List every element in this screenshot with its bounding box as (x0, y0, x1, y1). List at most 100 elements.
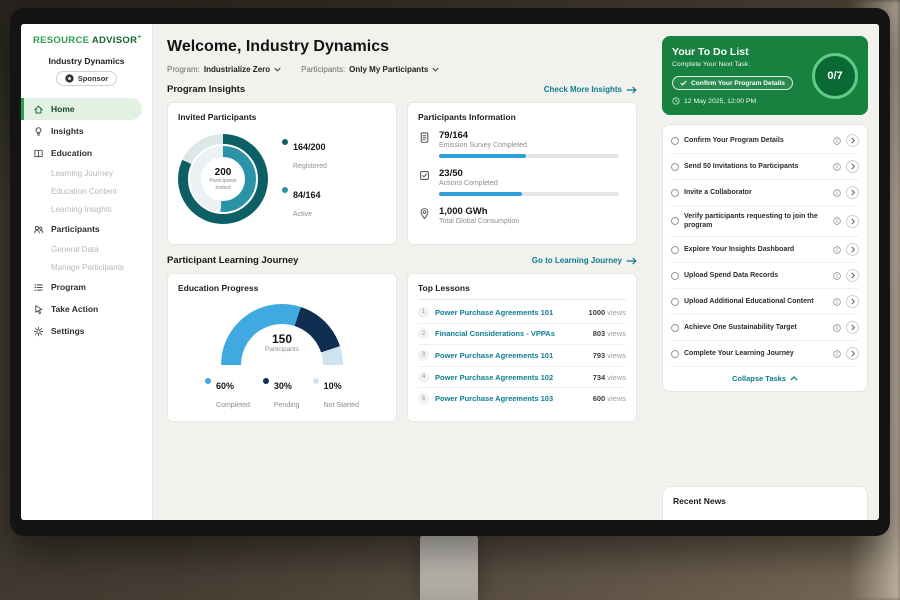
nav-label: Home (51, 104, 75, 114)
task-chevron-button[interactable] (846, 186, 859, 199)
lesson-link[interactable]: Power Purchase Agreements 101 (435, 308, 583, 317)
card-title: Participants Information (418, 112, 626, 122)
lesson-row: 3 Power Purchase Agreements 101 793views (418, 345, 626, 367)
gear-icon (33, 326, 44, 337)
task-checkbox[interactable] (671, 246, 679, 254)
task-checkbox[interactable] (671, 350, 679, 358)
info-icon (833, 350, 841, 358)
invited-participants-donut: 200 Participants Invited 164/200 Registe… (178, 130, 386, 226)
task-checkbox[interactable] (671, 189, 679, 197)
lesson-link[interactable]: Financial Considerations - VPPAs (435, 329, 587, 338)
todo-due-text: 12 May 2025, 12:00 PM (684, 98, 756, 105)
task-checkbox[interactable] (671, 217, 679, 225)
stat-actions-completed: 23/50 Actions Completed (418, 168, 626, 196)
task-row[interactable]: Upload Spend Data Records (671, 263, 859, 289)
lesson-link[interactable]: Power Purchase Agreements 102 (435, 373, 587, 382)
task-row[interactable]: Verify participants requesting to join t… (671, 206, 859, 237)
sidebar-item-insights[interactable]: Insights (21, 120, 152, 142)
sidebar-item-settings[interactable]: Settings (21, 320, 152, 342)
sidebar-item-participants[interactable]: Participants (21, 218, 152, 240)
legend-dot (263, 378, 269, 384)
task-chevron-button[interactable] (846, 321, 859, 334)
chevron-down-icon (432, 67, 439, 72)
check-more-insights-link[interactable]: Check More Insights (544, 85, 637, 94)
task-chevron-button[interactable] (846, 269, 859, 282)
todo-title: Your To Do List (672, 46, 793, 58)
next-task-chip[interactable]: Confirm Your Program Details (672, 76, 793, 90)
task-label: Explore Your Insights Dashboard (684, 245, 828, 254)
task-row[interactable]: Complete Your Learning Journey (671, 341, 859, 367)
chevron-down-icon (274, 67, 281, 72)
stat-global-consumption: 1,000 GWh Total Global Consumption (418, 206, 626, 225)
lesson-views-unit: views (607, 351, 626, 360)
screen: RESOURCE ADVISOR+ Industry Dynamics Spon… (21, 24, 879, 520)
chevron-right-icon (851, 218, 855, 225)
sidebar-item-learning-insights[interactable]: Learning Insights (21, 200, 152, 218)
legend-label: Active (293, 211, 312, 218)
stat-label: Actions Completed (439, 180, 626, 187)
nav-label: Take Action (51, 304, 98, 314)
participants-filter[interactable]: Participants: Only My Participants (301, 65, 439, 74)
donut-center-value: 200 (215, 167, 232, 178)
sidebar-item-education[interactable]: Education (21, 142, 152, 164)
task-chevron-button[interactable] (846, 347, 859, 360)
donut-legend: 164/200 Registered 84/164 Active (282, 137, 327, 221)
program-insights-cards: Invited Participants 200 Participants In… (167, 102, 637, 245)
legend-label: Registered (293, 163, 327, 170)
task-checkbox[interactable] (671, 163, 679, 171)
lesson-link[interactable]: Power Purchase Agreements 103 (435, 394, 587, 403)
sidebar-item-education-content[interactable]: Education Content (21, 182, 152, 200)
sponsor-badge[interactable]: Sponsor (56, 71, 117, 86)
legend-item-active: 84/164 Active (282, 185, 327, 221)
task-checkbox[interactable] (671, 272, 679, 280)
filter-bar: Program: Industrialize Zero Participants… (167, 65, 637, 74)
link-label: Check More Insights (544, 85, 622, 94)
chevron-right-icon (851, 163, 855, 170)
lesson-rank: 5 (418, 393, 429, 404)
sidebar-item-learning-journey[interactable]: Learning Journey (21, 164, 152, 182)
legend-value: 60% (216, 381, 234, 391)
logo-text-primary: RESOURCE (33, 35, 89, 46)
sidebar-item-general-data[interactable]: General Data (21, 240, 152, 258)
sidebar-item-program[interactable]: Program (21, 276, 152, 298)
task-row[interactable]: Upload Additional Educational Content (671, 289, 859, 315)
sidebar-item-manage-participants[interactable]: Manage Participants (21, 258, 152, 276)
go-to-learning-journey-link[interactable]: Go to Learning Journey (532, 256, 637, 265)
task-row[interactable]: Send 50 Invitations to Participants (671, 154, 859, 180)
nav-label: Participants (51, 224, 100, 234)
task-checkbox[interactable] (671, 137, 679, 145)
task-row[interactable]: Achieve One Sustainability Target (671, 315, 859, 341)
task-chevron-button[interactable] (846, 215, 859, 228)
tasks-card: Confirm Your Program Details Send 50 Inv… (662, 124, 868, 392)
section-title-program-insights: Program Insights (167, 84, 245, 95)
insights-icon (33, 126, 44, 137)
gauge-center-label: Participants (221, 346, 343, 353)
main-content: Welcome, Industry Dynamics Program: Indu… (153, 24, 651, 520)
task-chevron-button[interactable] (846, 160, 859, 173)
program-filter[interactable]: Program: Industrialize Zero (167, 65, 281, 74)
lesson-link[interactable]: Power Purchase Agreements 101 (435, 351, 587, 360)
task-chevron-button[interactable] (846, 134, 859, 147)
task-row[interactable]: Confirm Your Program Details (671, 128, 859, 154)
program-insights-section-head: Program Insights Check More Insights (167, 84, 637, 95)
todo-due: 12 May 2025, 12:00 PM (672, 97, 793, 105)
sidebar-item-home[interactable]: Home (21, 98, 142, 120)
collapse-tasks-link[interactable]: Collapse Tasks (671, 367, 859, 389)
sponsor-star-icon (65, 74, 74, 83)
task-checkbox[interactable] (671, 324, 679, 332)
task-checkbox[interactable] (671, 298, 679, 306)
sidebar-item-take-action[interactable]: Take Action (21, 298, 152, 320)
stat-progress-fill (439, 192, 522, 196)
task-chevron-button[interactable] (846, 243, 859, 256)
task-row[interactable]: Explore Your Insights Dashboard (671, 237, 859, 263)
lesson-row: 1 Power Purchase Agreements 101 1000view… (418, 302, 626, 324)
task-chevron-button[interactable] (846, 295, 859, 308)
recent-news-header[interactable]: Recent News (662, 486, 868, 520)
learning-journey-cards: Education Progress 150 Participants (167, 273, 637, 422)
stat-value: 23/50 (439, 168, 626, 179)
info-icon (833, 272, 841, 280)
monitor-stand (420, 534, 478, 600)
task-label: Achieve One Sustainability Target (684, 323, 828, 332)
task-row[interactable]: Invite a Collaborator (671, 180, 859, 206)
lesson-views: 734 (593, 373, 606, 382)
